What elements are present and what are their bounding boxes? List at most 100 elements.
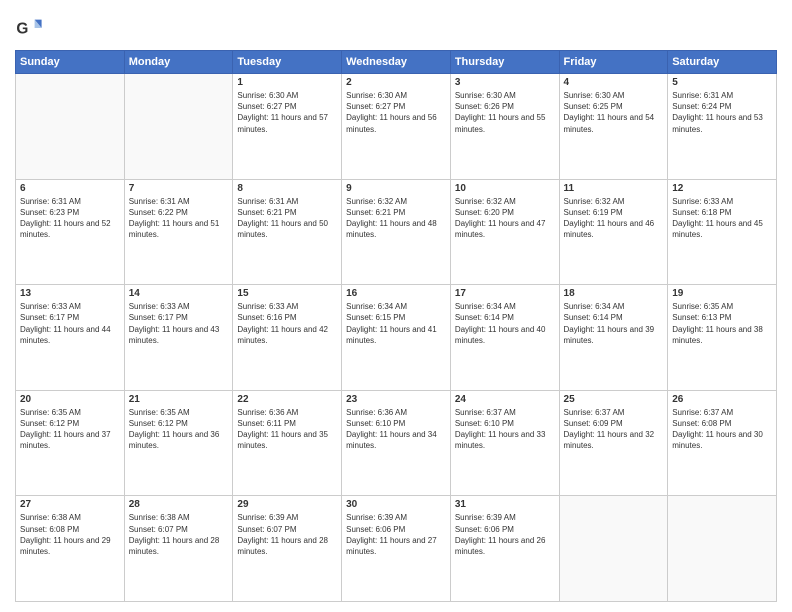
- day-number: 5: [672, 77, 772, 88]
- day-number: 18: [564, 288, 664, 299]
- week-row-3: 13 Sunrise: 6:33 AM Sunset: 6:17 PM Dayli…: [16, 285, 777, 391]
- calendar-cell: 24 Sunrise: 6:37 AM Sunset: 6:10 PM Dayli…: [450, 390, 559, 496]
- day-info: Sunrise: 6:35 AM Sunset: 6:12 PM Dayligh…: [20, 407, 120, 452]
- calendar-cell: 22 Sunrise: 6:36 AM Sunset: 6:11 PM Dayli…: [233, 390, 342, 496]
- calendar-cell: [124, 74, 233, 180]
- day-info: Sunrise: 6:34 AM Sunset: 6:14 PM Dayligh…: [455, 301, 555, 346]
- calendar-cell: 5Sunrise: 6:31 AM Sunset: 6:24 PM Daylig…: [668, 74, 777, 180]
- day-number: 25: [564, 394, 664, 405]
- weekday-header-monday: Monday: [124, 51, 233, 74]
- day-info: Sunrise: 6:33 AM Sunset: 6:18 PM Dayligh…: [672, 196, 772, 241]
- calendar-cell: 21 Sunrise: 6:35 AM Sunset: 6:12 PM Dayli…: [124, 390, 233, 496]
- day-info: Sunrise: 6:31 AM Sunset: 6:22 PM Dayligh…: [129, 196, 229, 241]
- weekday-header-row: SundayMondayTuesdayWednesdayThursdayFrid…: [16, 51, 777, 74]
- header: G: [15, 10, 777, 42]
- day-number: 17: [455, 288, 555, 299]
- day-number: 12: [672, 183, 772, 194]
- calendar-cell: 6Sunrise: 6:31 AM Sunset: 6:23 PM Daylig…: [16, 179, 125, 285]
- day-number: 16: [346, 288, 446, 299]
- calendar-cell: 4 Sunrise: 6:30 AM Sunset: 6:25 PM Daylig…: [559, 74, 668, 180]
- day-number: 1: [237, 77, 337, 88]
- calendar-cell: 25 Sunrise: 6:37 AM Sunset: 6:09 PM Dayli…: [559, 390, 668, 496]
- day-info: Sunrise: 6:38 AM Sunset: 6:08 PM Dayligh…: [20, 512, 120, 557]
- day-number: 13: [20, 288, 120, 299]
- day-number: 11: [564, 183, 664, 194]
- page: G SundayMondayTuesdayWednesdayThursdayFr…: [0, 0, 792, 612]
- logo: G: [15, 14, 47, 42]
- calendar-cell: 23 Sunrise: 6:36 AM Sunset: 6:10 PM Dayli…: [342, 390, 451, 496]
- calendar-cell: 13 Sunrise: 6:33 AM Sunset: 6:17 PM Dayli…: [16, 285, 125, 391]
- day-number: 3: [455, 77, 555, 88]
- calendar-cell: 14Sunrise: 6:33 AM Sunset: 6:17 PM Dayli…: [124, 285, 233, 391]
- day-info: Sunrise: 6:32 AM Sunset: 6:20 PM Dayligh…: [455, 196, 555, 241]
- day-info: Sunrise: 6:30 AM Sunset: 6:27 PM Dayligh…: [346, 90, 446, 135]
- day-info: Sunrise: 6:33 AM Sunset: 6:16 PM Dayligh…: [237, 301, 337, 346]
- day-number: 10: [455, 183, 555, 194]
- day-info: Sunrise: 6:37 AM Sunset: 6:10 PM Dayligh…: [455, 407, 555, 452]
- weekday-header-friday: Friday: [559, 51, 668, 74]
- day-number: 2: [346, 77, 446, 88]
- day-info: Sunrise: 6:35 AM Sunset: 6:12 PM Dayligh…: [129, 407, 229, 452]
- day-number: 4: [564, 77, 664, 88]
- day-info: Sunrise: 6:37 AM Sunset: 6:08 PM Dayligh…: [672, 407, 772, 452]
- week-row-5: 27Sunrise: 6:38 AM Sunset: 6:08 PM Dayli…: [16, 496, 777, 602]
- calendar-cell: 19 Sunrise: 6:35 AM Sunset: 6:13 PM Dayli…: [668, 285, 777, 391]
- calendar-cell: 17 Sunrise: 6:34 AM Sunset: 6:14 PM Dayli…: [450, 285, 559, 391]
- day-info: Sunrise: 6:33 AM Sunset: 6:17 PM Dayligh…: [20, 301, 120, 346]
- week-row-2: 6Sunrise: 6:31 AM Sunset: 6:23 PM Daylig…: [16, 179, 777, 285]
- day-info: Sunrise: 6:32 AM Sunset: 6:19 PM Dayligh…: [564, 196, 664, 241]
- calendar-cell: 15Sunrise: 6:33 AM Sunset: 6:16 PM Dayli…: [233, 285, 342, 391]
- day-number: 23: [346, 394, 446, 405]
- calendar-cell: 2 Sunrise: 6:30 AM Sunset: 6:27 PM Daylig…: [342, 74, 451, 180]
- day-number: 26: [672, 394, 772, 405]
- calendar-cell: 3 Sunrise: 6:30 AM Sunset: 6:26 PM Daylig…: [450, 74, 559, 180]
- calendar-cell: [16, 74, 125, 180]
- calendar-cell: 29Sunrise: 6:39 AM Sunset: 6:07 PM Dayli…: [233, 496, 342, 602]
- day-number: 6: [20, 183, 120, 194]
- weekday-header-tuesday: Tuesday: [233, 51, 342, 74]
- calendar-cell: 12 Sunrise: 6:33 AM Sunset: 6:18 PM Dayli…: [668, 179, 777, 285]
- day-info: Sunrise: 6:30 AM Sunset: 6:26 PM Dayligh…: [455, 90, 555, 135]
- day-number: 19: [672, 288, 772, 299]
- calendar-cell: 8Sunrise: 6:31 AM Sunset: 6:21 PM Daylig…: [233, 179, 342, 285]
- day-info: Sunrise: 6:30 AM Sunset: 6:27 PM Dayligh…: [237, 90, 337, 135]
- day-info: Sunrise: 6:34 AM Sunset: 6:14 PM Dayligh…: [564, 301, 664, 346]
- weekday-header-sunday: Sunday: [16, 51, 125, 74]
- day-info: Sunrise: 6:35 AM Sunset: 6:13 PM Dayligh…: [672, 301, 772, 346]
- calendar-cell: 26 Sunrise: 6:37 AM Sunset: 6:08 PM Dayli…: [668, 390, 777, 496]
- week-row-4: 20Sunrise: 6:35 AM Sunset: 6:12 PM Dayli…: [16, 390, 777, 496]
- day-info: Sunrise: 6:36 AM Sunset: 6:10 PM Dayligh…: [346, 407, 446, 452]
- calendar-cell: 20Sunrise: 6:35 AM Sunset: 6:12 PM Dayli…: [16, 390, 125, 496]
- calendar-cell: 28 Sunrise: 6:38 AM Sunset: 6:07 PM Dayli…: [124, 496, 233, 602]
- day-number: 9: [346, 183, 446, 194]
- calendar-cell: 30 Sunrise: 6:39 AM Sunset: 6:06 PM Dayli…: [342, 496, 451, 602]
- calendar-cell: 27Sunrise: 6:38 AM Sunset: 6:08 PM Dayli…: [16, 496, 125, 602]
- calendar-cell: 11 Sunrise: 6:32 AM Sunset: 6:19 PM Dayli…: [559, 179, 668, 285]
- calendar-cell: 31Sunrise: 6:39 AM Sunset: 6:06 PM Dayli…: [450, 496, 559, 602]
- day-number: 30: [346, 499, 446, 510]
- weekday-header-saturday: Saturday: [668, 51, 777, 74]
- day-info: Sunrise: 6:38 AM Sunset: 6:07 PM Dayligh…: [129, 512, 229, 557]
- day-number: 31: [455, 499, 555, 510]
- calendar-cell: 18 Sunrise: 6:34 AM Sunset: 6:14 PM Dayli…: [559, 285, 668, 391]
- day-info: Sunrise: 6:30 AM Sunset: 6:25 PM Dayligh…: [564, 90, 664, 135]
- day-number: 24: [455, 394, 555, 405]
- day-number: 7: [129, 183, 229, 194]
- day-info: Sunrise: 6:31 AM Sunset: 6:21 PM Dayligh…: [237, 196, 337, 241]
- calendar-cell: 9Sunrise: 6:32 AM Sunset: 6:21 PM Daylig…: [342, 179, 451, 285]
- calendar-table: SundayMondayTuesdayWednesdayThursdayFrid…: [15, 50, 777, 602]
- day-number: 28: [129, 499, 229, 510]
- day-info: Sunrise: 6:36 AM Sunset: 6:11 PM Dayligh…: [237, 407, 337, 452]
- calendar-cell: 7 Sunrise: 6:31 AM Sunset: 6:22 PM Daylig…: [124, 179, 233, 285]
- day-number: 22: [237, 394, 337, 405]
- day-info: Sunrise: 6:34 AM Sunset: 6:15 PM Dayligh…: [346, 301, 446, 346]
- week-row-1: 1 Sunrise: 6:30 AM Sunset: 6:27 PM Daylig…: [16, 74, 777, 180]
- logo-icon: G: [15, 14, 43, 42]
- svg-text:G: G: [16, 21, 28, 38]
- calendar-cell: [668, 496, 777, 602]
- day-number: 14: [129, 288, 229, 299]
- day-number: 21: [129, 394, 229, 405]
- day-info: Sunrise: 6:39 AM Sunset: 6:07 PM Dayligh…: [237, 512, 337, 557]
- day-info: Sunrise: 6:39 AM Sunset: 6:06 PM Dayligh…: [346, 512, 446, 557]
- day-info: Sunrise: 6:37 AM Sunset: 6:09 PM Dayligh…: [564, 407, 664, 452]
